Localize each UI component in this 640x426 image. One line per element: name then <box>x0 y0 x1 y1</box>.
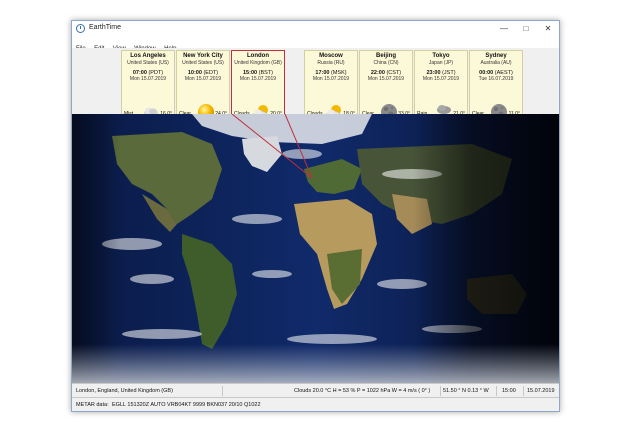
city-country: Russia (RU) <box>317 60 345 66</box>
title-bar[interactable]: EarthTime — □ ✕ <box>72 21 559 37</box>
city-country: Australia (AU) <box>480 60 512 66</box>
city-date: Tue 16.07.2019 <box>478 76 514 82</box>
maximize-button[interactable]: □ <box>515 21 537 37</box>
city-date: Mon 15.07.2019 <box>239 76 277 82</box>
status-location: London, England, United Kingdom (GB) <box>76 388 173 394</box>
city-date: Mon 15.07.2019 <box>422 76 460 82</box>
city-date: Mon 15.07.2019 <box>312 76 350 82</box>
status-time: 15:00 <box>502 388 516 394</box>
close-button[interactable]: ✕ <box>537 21 559 37</box>
city-name: Moscow <box>319 53 343 59</box>
city-country: Japan (JP) <box>428 60 454 66</box>
minimize-button[interactable]: — <box>493 21 515 37</box>
metar-bar: METAR data: EGLL 151320Z AUTO VRB04KT 99… <box>72 397 559 411</box>
city-country: United Kingdom (GB) <box>234 60 282 66</box>
status-bar: London, England, United Kingdom (GB) Clo… <box>72 383 559 398</box>
city-country: China (CN) <box>373 60 399 66</box>
city-country: United States (US) <box>127 60 169 66</box>
window-title: EarthTime <box>89 24 122 31</box>
city-name: Sydney <box>485 53 507 59</box>
city-name: Los Angeles <box>130 53 166 59</box>
city-name: Beijing <box>375 53 396 59</box>
app-clock-icon <box>76 24 85 33</box>
city-name: Tokyo <box>432 53 450 59</box>
metar-value: EGLL 151320Z AUTO VRB04KT 9999 BKN037 20… <box>112 402 261 408</box>
city-name: New York City <box>183 53 223 59</box>
city-date: Mon 15.07.2019 <box>184 76 222 82</box>
earth-map[interactable] <box>72 114 559 383</box>
city-country: United States (US) <box>182 60 224 66</box>
city-date: Mon 15.07.2019 <box>129 76 167 82</box>
status-date: 15.07.2019 <box>527 388 555 394</box>
menu-bar: File Edit View Window Help <box>72 37 559 52</box>
status-coordinates: 51.50 ° N 0.13 ° W <box>443 388 489 394</box>
metar-label: METAR data: <box>76 402 109 408</box>
app-window: EarthTime — □ ✕ File Edit View Window He… <box>71 20 560 412</box>
city-date: Mon 15.07.2019 <box>367 76 405 82</box>
status-weather: Clouds 20.0 °C H = 53 % P = 1022 hPa W =… <box>294 388 431 394</box>
city-name: London <box>247 53 269 59</box>
